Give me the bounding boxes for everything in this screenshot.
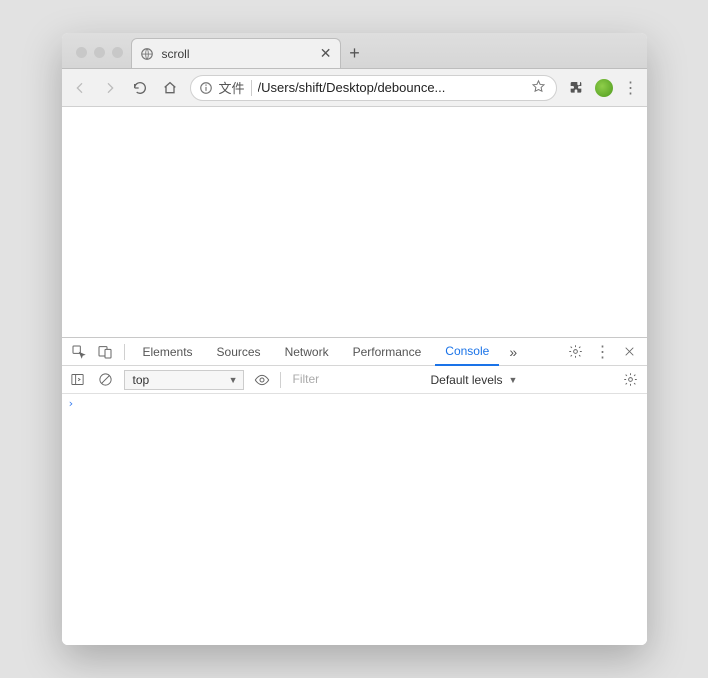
console-sidebar-toggle-icon[interactable]	[68, 372, 88, 387]
tab-strip: scroll ✕ +	[62, 33, 647, 69]
address-bar[interactable]: 文件 /Users/shift/Desktop/debounce...	[190, 75, 557, 101]
window-controls[interactable]	[76, 47, 123, 58]
back-button[interactable]	[70, 78, 90, 98]
home-button[interactable]	[160, 78, 180, 98]
reload-button[interactable]	[130, 78, 150, 98]
gear-icon[interactable]	[565, 344, 587, 359]
menu-kebab-icon[interactable]: ⋮	[623, 78, 639, 98]
devtools-menu-icon[interactable]: ⋮	[595, 342, 611, 362]
more-tabs-icon[interactable]: »	[503, 344, 523, 360]
browser-window: scroll ✕ + 文件 /Users/shift/Desktop/debou…	[62, 33, 647, 645]
url-text: /Users/shift/Desktop/debounce...	[258, 80, 525, 95]
device-toggle-icon[interactable]	[94, 344, 116, 360]
url-protocol-label: 文件	[219, 78, 245, 97]
console-output[interactable]	[62, 394, 647, 645]
traffic-minimize[interactable]	[94, 47, 105, 58]
context-selector[interactable]: top	[124, 370, 244, 390]
tab-network[interactable]: Network	[275, 338, 339, 366]
tab-sources[interactable]: Sources	[207, 338, 271, 366]
filter-input[interactable]	[289, 370, 419, 390]
tab-performance[interactable]: Performance	[343, 338, 432, 366]
devtools-panel: Elements Sources Network Performance Con…	[62, 337, 647, 645]
traffic-close[interactable]	[76, 47, 87, 58]
extensions-icon[interactable]	[567, 79, 585, 97]
context-value: top	[133, 373, 150, 387]
browser-tab[interactable]: scroll ✕	[131, 38, 341, 68]
new-tab-button[interactable]: +	[341, 38, 369, 68]
extension-clover-icon[interactable]	[595, 79, 613, 97]
console-settings-gear-icon[interactable]	[621, 372, 641, 387]
page-content	[62, 107, 647, 337]
devtools-tabstrip: Elements Sources Network Performance Con…	[62, 338, 647, 366]
console-prompt[interactable]	[62, 394, 647, 413]
bookmark-star-icon[interactable]	[531, 79, 546, 97]
live-expression-eye-icon[interactable]	[252, 372, 272, 388]
close-icon[interactable]: ✕	[320, 45, 332, 62]
clear-console-icon[interactable]	[96, 372, 116, 387]
inspect-element-icon[interactable]	[68, 344, 90, 360]
log-levels-selector[interactable]: Default levels	[427, 370, 522, 390]
divider	[124, 344, 125, 360]
console-toolbar: top Default levels	[62, 366, 647, 394]
levels-label: Default levels	[431, 373, 503, 387]
info-icon[interactable]	[199, 81, 213, 95]
forward-button[interactable]	[100, 78, 120, 98]
divider	[280, 372, 281, 388]
divider	[251, 80, 252, 96]
traffic-zoom[interactable]	[112, 47, 123, 58]
toolbar: 文件 /Users/shift/Desktop/debounce... ⋮	[62, 69, 647, 107]
globe-icon	[140, 47, 154, 61]
tab-title: scroll	[162, 47, 312, 61]
tab-console[interactable]: Console	[435, 338, 499, 366]
close-devtools-icon[interactable]	[619, 345, 641, 358]
tab-elements[interactable]: Elements	[133, 338, 203, 366]
